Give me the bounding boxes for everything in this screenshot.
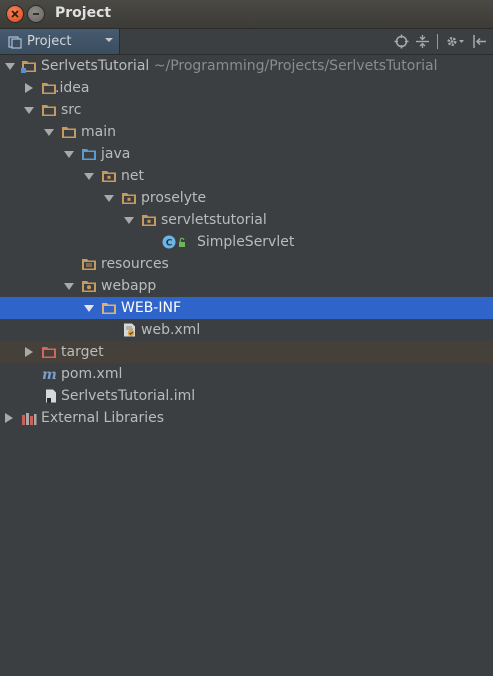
source-folder-icon [82, 149, 96, 160]
src-folder-label: src [61, 102, 82, 118]
target-folder-label: target [61, 344, 104, 360]
tree-row-target[interactable]: target [0, 341, 493, 363]
minimize-icon [33, 13, 39, 15]
gear-icon[interactable] [445, 34, 465, 49]
webapp-folder-label: webapp [101, 278, 157, 294]
title-bar: Project [0, 0, 493, 29]
window-title: Project [55, 5, 112, 21]
project-view-icon [8, 35, 22, 49]
maven-icon: m [42, 367, 57, 381]
excluded-folder-icon [42, 347, 56, 358]
expanded-arrow-icon[interactable] [63, 275, 75, 297]
folder-icon [62, 127, 76, 138]
expanded-arrow-icon[interactable] [43, 121, 55, 143]
svg-text:m: m [42, 367, 57, 381]
tree-row-idea[interactable]: .idea [0, 77, 493, 99]
resources-folder-label: resources [101, 256, 169, 272]
toolbar-separator [437, 34, 438, 49]
simpleservlet-class-label: SimpleServlet [197, 234, 295, 250]
chevron-down-icon [105, 38, 113, 42]
package-icon [122, 193, 136, 204]
expanded-arrow-icon[interactable] [83, 165, 95, 187]
tree-row-servletstutorial[interactable]: servletstutorial [0, 209, 493, 231]
close-icon [11, 10, 19, 18]
collapsed-arrow-icon[interactable] [23, 77, 35, 99]
locate-icon[interactable] [394, 34, 409, 49]
java-folder-label: java [101, 146, 131, 162]
resources-folder-icon [82, 259, 96, 270]
hide-icon[interactable] [472, 34, 487, 49]
project-toolbar: Project [0, 29, 493, 55]
tree-row-proselyte[interactable]: proselyte [0, 187, 493, 209]
idea-folder-label: idea [59, 80, 90, 96]
expanded-arrow-icon[interactable] [63, 143, 75, 165]
svg-text:C: C [166, 239, 173, 249]
collapsed-arrow-icon[interactable] [3, 407, 15, 429]
module-folder-icon [21, 61, 36, 73]
tree-row-web-inf[interactable]: WEB-INF [0, 297, 493, 319]
module-file-icon [46, 389, 56, 403]
tree-row-net[interactable]: net [0, 165, 493, 187]
view-mode-dropdown[interactable]: Project [0, 29, 120, 54]
tree-row-simpleservlet[interactable]: C SimpleServlet [0, 231, 493, 253]
web-folder-icon [82, 281, 96, 292]
tree-row-iml[interactable]: SerlvetsTutorial.iml [0, 385, 493, 407]
tree-row-external-libraries[interactable]: External Libraries [0, 407, 493, 429]
tree-row-java[interactable]: java [0, 143, 493, 165]
folder-icon [42, 105, 56, 116]
pom-file-label: pom.xml [61, 366, 123, 382]
package-icon [102, 171, 116, 182]
net-package-label: net [121, 168, 144, 184]
expanded-arrow-icon[interactable] [23, 99, 35, 121]
web-xml-file-label: web.xml [141, 322, 201, 338]
tree-row-web-xml[interactable]: web.xml [0, 319, 493, 341]
iml-file-label: SerlvetsTutorial.iml [61, 388, 196, 404]
tree-row-webapp[interactable]: webapp [0, 275, 493, 297]
libraries-icon [22, 413, 37, 425]
collapsed-arrow-icon[interactable] [23, 341, 35, 363]
external-libraries-label: External Libraries [41, 410, 164, 426]
tree-row-src[interactable]: src [0, 99, 493, 121]
project-tree: SerlvetsTutorial ~/Programming/Projects/… [0, 55, 493, 429]
tree-row-pom[interactable]: m pom.xml [0, 363, 493, 385]
main-folder-label: main [81, 124, 116, 140]
close-window-button[interactable] [7, 6, 23, 22]
expanded-arrow-icon[interactable] [4, 55, 16, 77]
tree-row-project-root[interactable]: SerlvetsTutorial ~/Programming/Projects/… [0, 55, 493, 77]
xml-file-icon [124, 323, 135, 337]
minimize-window-button[interactable] [28, 6, 44, 22]
package-icon [142, 215, 156, 226]
expanded-arrow-icon[interactable] [103, 187, 115, 209]
web-inf-folder-label: WEB-INF [121, 300, 181, 316]
tree-row-main[interactable]: main [0, 121, 493, 143]
view-mode-label: Project [27, 34, 72, 49]
tree-row-resources[interactable]: resources [0, 253, 493, 275]
folder-icon [102, 303, 116, 314]
expanded-arrow-icon[interactable] [83, 297, 95, 319]
collapse-icon[interactable] [415, 34, 430, 49]
proselyte-package-label: proselyte [141, 190, 207, 206]
expanded-arrow-icon[interactable] [123, 209, 135, 231]
servletstutorial-package-label: servletstutorial [161, 212, 267, 228]
java-class-icon: C [162, 235, 185, 249]
project-name: SerlvetsTutorial [41, 58, 150, 74]
project-path: ~/Programming/Projects/SerlvetsTutorial [153, 58, 438, 74]
